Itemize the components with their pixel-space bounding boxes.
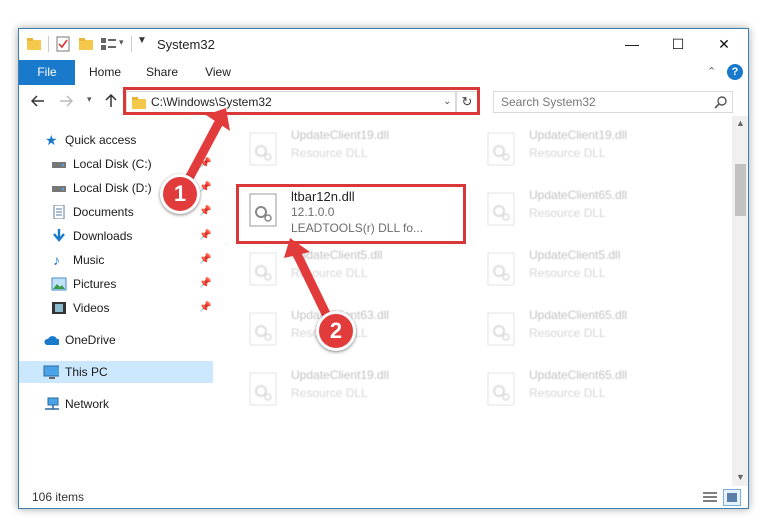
annotation-arrows — [181, 108, 333, 323]
step-one-badge: 1 — [160, 174, 200, 214]
step-two-badge: 2 — [316, 311, 356, 351]
